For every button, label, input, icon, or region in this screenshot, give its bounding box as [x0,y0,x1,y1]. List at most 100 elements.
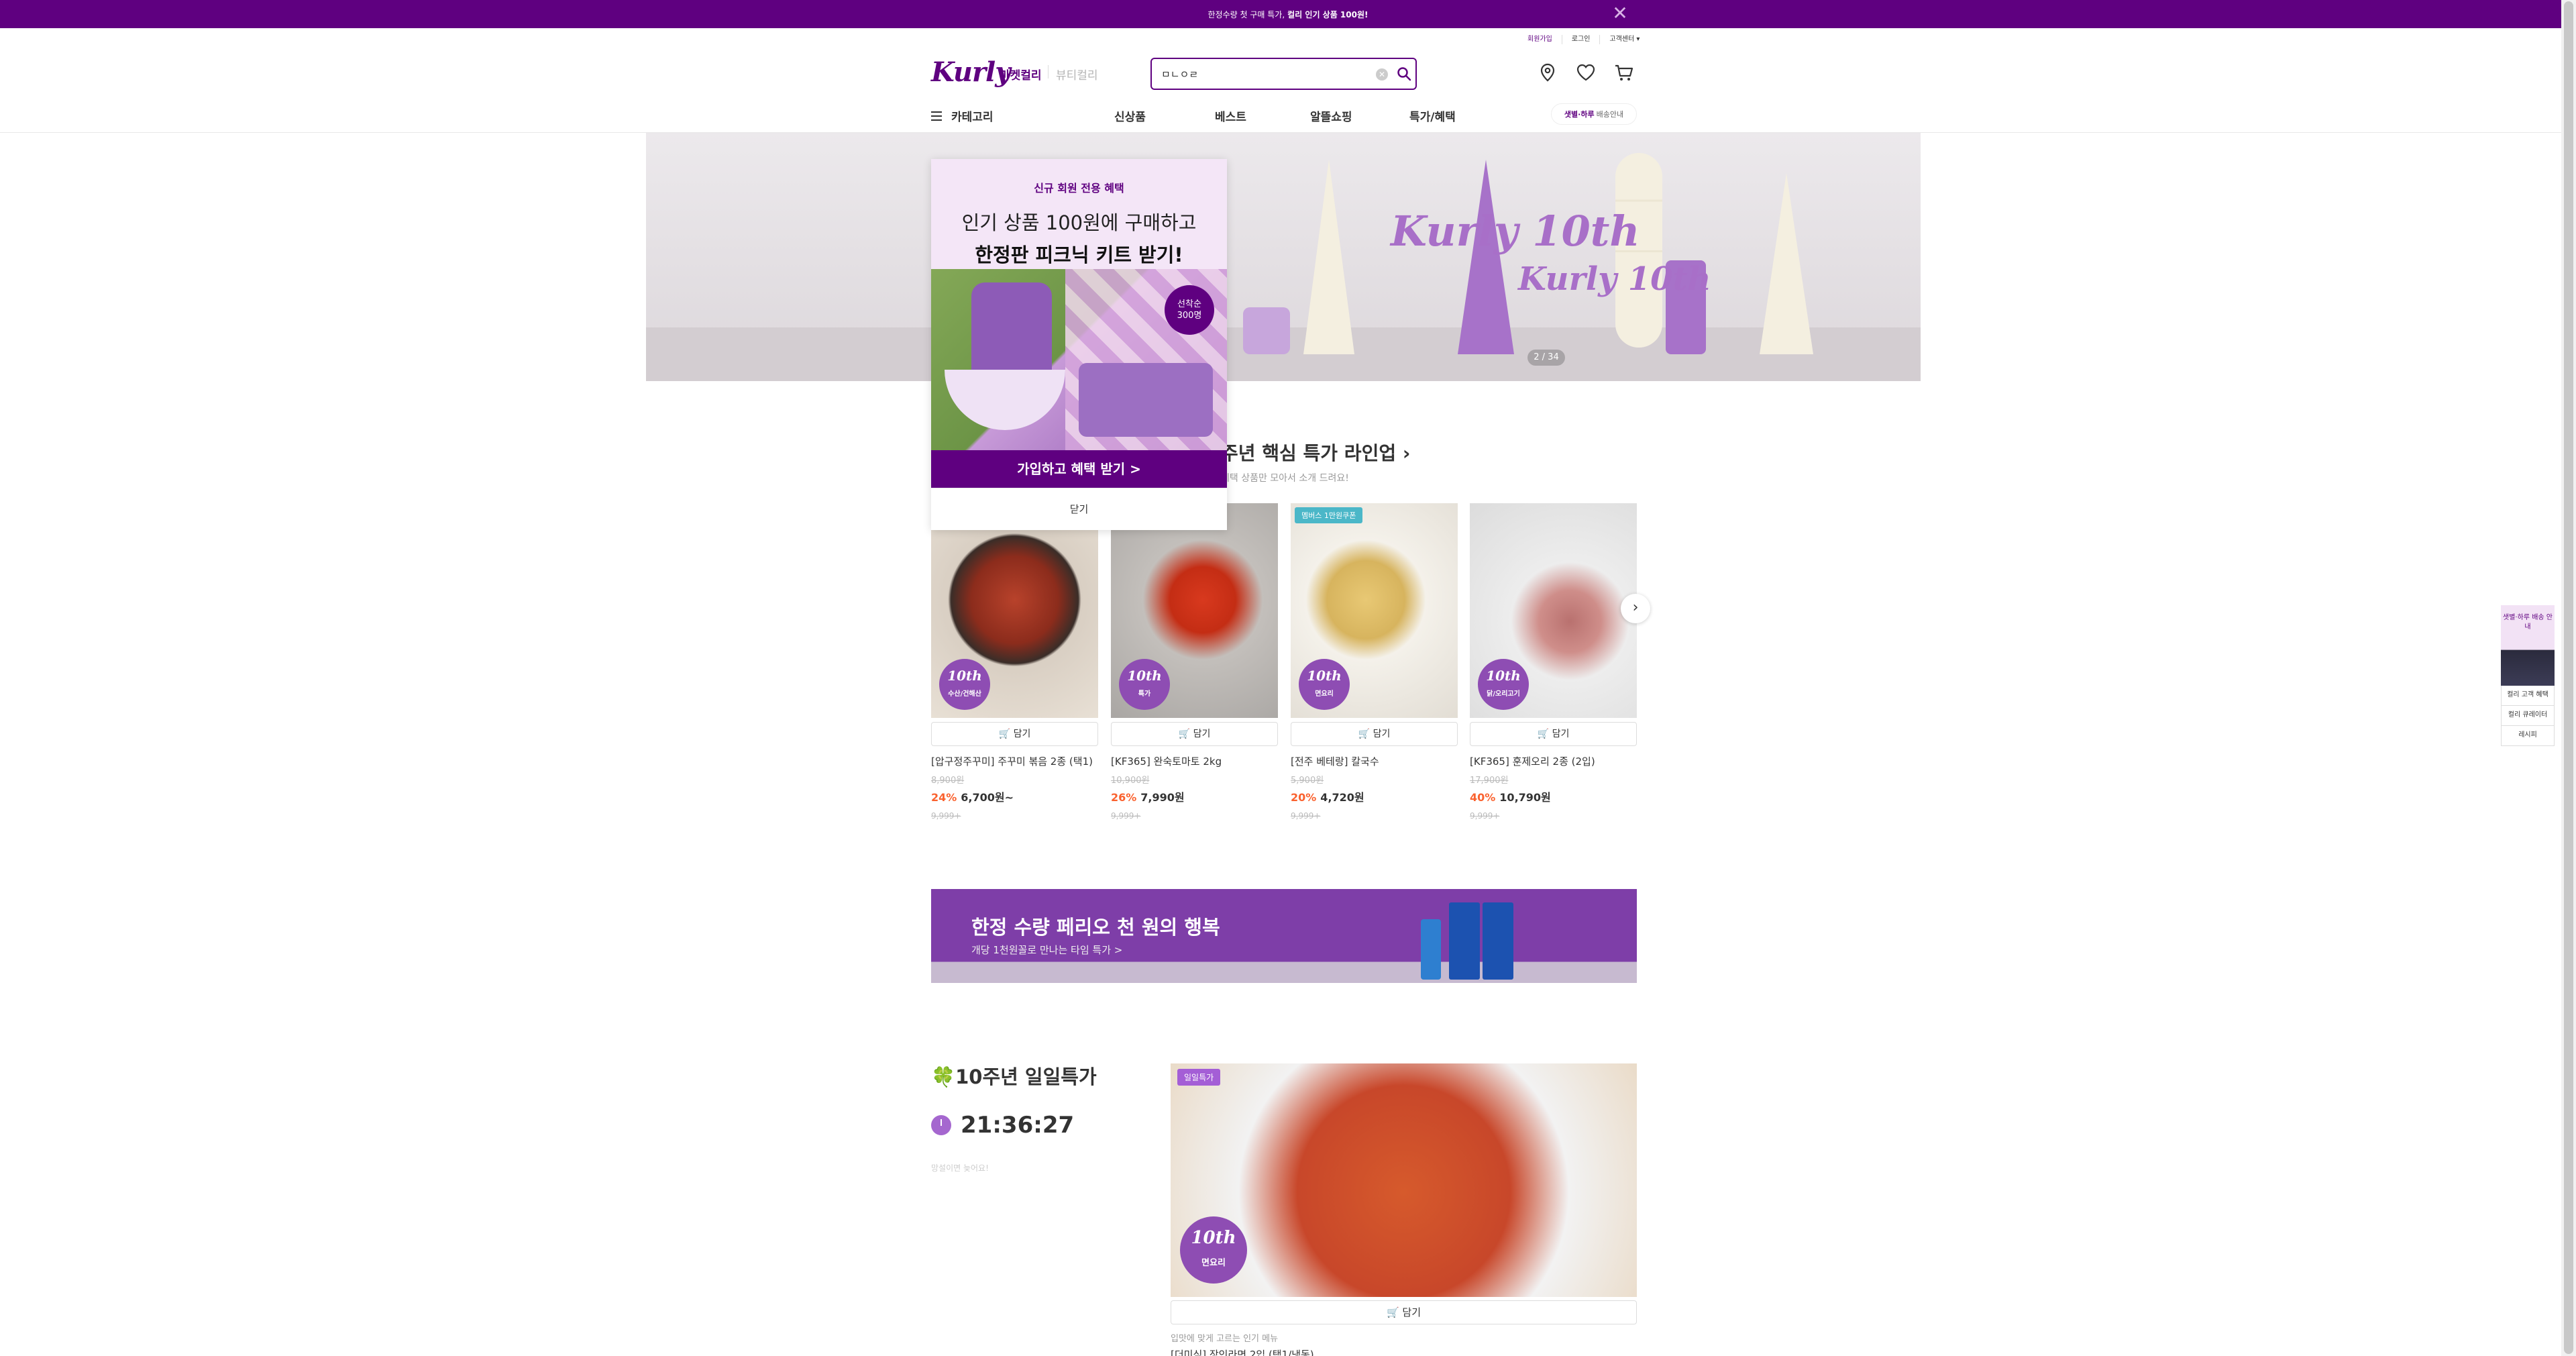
product-card[interactable]: 10th 특가 🛒 담기 [KF365] 완숙토마토 2kg 10,900원 26… [1111,503,1278,821]
review-count: 9,999+ [931,811,961,821]
anniversary-badge-label: 닭/오리고기 [1487,690,1520,698]
countdown-timer: 21:36:27 [931,1112,1074,1139]
clear-search-icon[interactable]: ✕ [1376,68,1388,81]
promo-banner-subtitle: 개당 1천원꼴로 만나는 타임 특가 > [971,944,1123,956]
cart-label: 담기 [1013,729,1031,739]
anniversary-badge-label: 수산/건해산 [948,690,981,698]
promo-banner-title: 한정 수량 페리오 천 원의 행복 [971,916,1220,939]
product-pack [1483,902,1513,980]
popup-kicker: 신규 회원 전용 혜택 [1034,182,1124,195]
product-image[interactable]: 10th 수산/건해산 [931,503,1098,718]
cart-icon[interactable] [1613,62,1635,83]
daily-special-title: 🍀10주년 일일특가 [931,1065,1097,1088]
sale-price: 4,720원 [1320,791,1364,804]
product-name[interactable]: [전주 베테랑] 칼국수 [1291,754,1458,769]
scrollbar-thumb[interactable] [2564,1,2573,1354]
popup-bowl [945,370,1065,430]
product-image[interactable]: 멤버스 1만원쿠폰 10th 면요리 [1291,503,1458,718]
daily-special-desc: 입맛에 맞게 고르는 인기 메뉴 [1171,1334,1279,1344]
product-card[interactable]: 10th 수산/건해산 🛒 담기 [압구정주꾸미] 주꾸미 볶음 2종 (택1) … [931,503,1098,821]
close-icon[interactable]: ✕ [1610,4,1630,24]
delivery-label: 배송안내 [1596,110,1624,119]
price-row: 26% 7,990원 [1111,788,1278,804]
popup-signup-button[interactable]: 가입하고 혜택 받기 > [931,450,1227,488]
add-to-cart-button[interactable]: 🛒 담기 [1171,1300,1637,1324]
add-to-cart-button[interactable]: 🛒 담기 [1291,722,1458,746]
add-to-cart-button[interactable]: 🛒 담기 [931,722,1098,746]
daily-special-image[interactable]: 일일특가 10th 면요리 [1171,1063,1637,1297]
location-pin-icon[interactable] [1537,62,1558,83]
menu-icon [931,111,942,121]
customer-center-link[interactable]: 고객센터 ▾ [1600,35,1649,44]
discount-rate: 40% [1470,791,1496,804]
nav-deals[interactable]: 특가/혜택 [1409,107,1456,124]
carousel-next-button[interactable]: › [1621,594,1650,623]
tab-market-kurly[interactable]: 마켓컬리 [1000,66,1042,83]
add-to-cart-button[interactable]: 🛒 담기 [1111,722,1278,746]
promo-banner[interactable]: 한정 수량 페리오 천 원의 행복 개당 1천원꼴로 만나는 타임 특가 > [931,889,1637,983]
price-row: 20% 4,720원 [1291,788,1458,804]
popup-headline-bold: 한정판 피크닉 키트 받기! [975,244,1183,266]
product-name[interactable]: [KF365] 완숙토마토 2kg [1111,754,1278,769]
popup-image: 선착순 300명 [931,269,1227,450]
sale-price: 7,990원 [1140,791,1185,804]
hero-banner[interactable]: Kurly 10th Kurly 10th 2 / 34 [646,133,1921,381]
delivery-info-button[interactable]: 샛별·하루 배송안내 [1551,103,1637,125]
tab-beauty-kurly[interactable]: 뷰티컬리 [1056,66,1098,83]
side-link-benefits[interactable]: 컬리 고객 혜택 [2501,686,2555,706]
nav-bargain[interactable]: 알뜰쇼핑 [1310,107,1352,124]
side-link-curator[interactable]: 컬리 큐레이터 [2501,706,2555,726]
nav-best[interactable]: 베스트 [1215,107,1246,124]
anniversary-badge: 10th 닭/오리고기 [1478,659,1529,710]
candle-cone [1760,173,1813,354]
product-card[interactable]: 멤버스 1만원쿠폰 10th 면요리 🛒 담기 [전주 베테랑] 칼국수 5,90… [1291,503,1458,821]
product-name[interactable]: [KF365] 훈제오리 2종 (2입) [1470,754,1637,769]
section-subtitle: 혜택 상품만 모아서 소개 드려요! [1221,473,1349,484]
countdown-value: 21:36:27 [961,1112,1075,1139]
cart-label: 담기 [1402,1306,1421,1318]
original-price: 8,900원 [931,776,965,786]
hero-deco-text: Kurly 10th [1518,260,1711,298]
tab-divider [1048,65,1049,79]
category-menu[interactable]: 카테고리 [931,107,994,124]
hero-deco-text: Kurly 10th [1391,207,1640,256]
popup-close-button[interactable]: 닫기 [931,488,1227,530]
search-icon[interactable] [1396,66,1412,82]
product-card[interactable]: 10th 닭/오리고기 🛒 담기 [KF365] 훈제오리 2종 (2입) 17,… [1470,503,1637,821]
cart-label: 담기 [1193,729,1211,739]
side-delivery-banner[interactable]: 샛별·하루 배송 안내 [2501,605,2555,686]
popup-badge-line2: 300명 [1177,311,1202,321]
clock-icon [931,1115,951,1135]
candle-cone [1458,160,1514,354]
search-input[interactable] [1161,66,1362,82]
daily-special-name[interactable]: [더미식] 장인라면 2입 (택1/냉동) [1171,1347,1314,1356]
page-scrollbar[interactable] [2561,0,2576,1356]
promo-top-highlight: 컬리 인기 상품 100원! [1287,9,1368,19]
cart-label: 담기 [1373,729,1391,739]
product-image[interactable]: 10th 닭/오리고기 [1470,503,1637,718]
side-link-recipe[interactable]: 레시피 [2501,726,2555,746]
add-to-cart-button[interactable]: 🛒 담기 [1470,722,1637,746]
popup-badge: 선착순 300명 [1165,285,1214,335]
promo-top-text: 한정수량 첫 구매 특가, [1208,9,1285,19]
daily-special-note: 망설이면 늦어요! [931,1163,989,1173]
nav-new-products[interactable]: 신상품 [1114,107,1146,124]
heart-icon[interactable] [1575,62,1597,83]
section-title[interactable]: 주년 핵심 특가 라인업 › [1221,439,1410,466]
signup-link[interactable]: 회원가입 [1518,35,1562,44]
anniversary-badge: 10th 면요리 [1180,1216,1247,1284]
original-price: 17,900원 [1470,776,1509,786]
main-nav: 카테고리 신상품 베스트 알뜰쇼핑 특가/혜택 샛별·하루 배송안내 [0,101,2561,133]
product-image[interactable]: 10th 특가 [1111,503,1278,718]
daily-special-tag: 일일특가 [1177,1069,1221,1086]
popup-headline: 인기 상품 100원에 구매하고 [961,211,1197,234]
discount-rate: 20% [1291,791,1317,804]
promo-top-bar[interactable]: 한정수량 첫 구매 특가, 컬리 인기 상품 100원! ✕ [0,0,2576,28]
login-link[interactable]: 로그인 [1562,35,1601,44]
hero-slide-counter: 2 / 34 [1527,350,1565,366]
signup-popup: 신규 회원 전용 혜택 인기 상품 100원에 구매하고 한정판 피크닉 키트 … [931,159,1227,530]
product-name[interactable]: [압구정주꾸미] 주꾸미 볶음 2종 (택1) [931,754,1098,769]
kurly-logo[interactable]: Kurly [931,56,1010,88]
product-pack [1449,902,1480,980]
anniversary-badge-label: 특가 [1138,690,1151,698]
